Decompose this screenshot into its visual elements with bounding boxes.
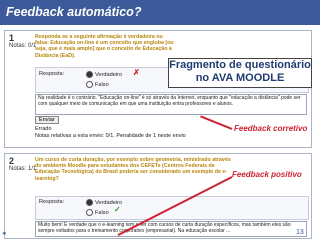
positive-feedback-label: Feedback positivo: [232, 170, 302, 179]
wrong-x-icon: ✗: [133, 68, 140, 77]
question-2-number: 2: [9, 156, 15, 166]
corrective-feedback-label: Feedback corretivo: [234, 124, 308, 133]
radio-button[interactable]: [86, 209, 93, 216]
question-1-option-false[interactable]: Falso: [86, 81, 109, 88]
question-2-block: 2 Notas: 1/1 Um curso de curta duração, …: [4, 153, 312, 239]
question-1-option-false-label: Falso: [95, 81, 109, 88]
question-2-feedback: Muito bem! É verdade que o e-learning te…: [35, 221, 307, 237]
radio-button[interactable]: [86, 199, 93, 206]
page-title: Feedback automático?: [6, 5, 142, 19]
question-1-feedback: Na realidade é o contrário. "Educação on…: [35, 94, 307, 115]
question-2-option-false-label: Falso: [95, 209, 109, 216]
question-1-status-grade: Notas relativas a esta envio: 0/1. Penal…: [35, 132, 186, 139]
question-2-text: Um curso de curta duração, por exemplo s…: [35, 157, 231, 182]
question-1-option-true[interactable]: Verdadeiro: [86, 71, 122, 78]
question-2-points: Notas: 1/1: [9, 166, 37, 172]
radio-button[interactable]: [86, 81, 93, 88]
title-bar: Feedback automático?: [0, 0, 320, 25]
question-1-option-true-label: Verdadeiro: [95, 71, 123, 78]
page-number: 13: [296, 229, 304, 236]
question-1-number: 1: [9, 33, 15, 43]
submit-button[interactable]: Enviar: [35, 116, 59, 124]
question-2-answer-label: Resposta:: [39, 199, 65, 205]
callout-box: Fragmento de questionário no AVA MOODLE: [168, 58, 312, 88]
callout-line-2: no AVA MOODLE: [195, 72, 285, 84]
question-1-points: Notas: 0/1: [9, 43, 37, 49]
callout-line-1: Fragmento de questionário: [169, 59, 311, 71]
prev-slide-icon[interactable]: ◂: [2, 229, 6, 237]
correct-check-icon: ✓: [114, 205, 121, 214]
radio-button[interactable]: [86, 71, 93, 78]
question-2-option-false[interactable]: Falso: [86, 209, 109, 216]
question-1-status: Errado Notas relativas a esta envio: 0/1…: [35, 126, 186, 139]
question-1-status-result: Errado: [35, 126, 52, 132]
question-1-number-block: 1 Notas: 0/1: [9, 33, 36, 49]
question-1-answer-label: Resposta:: [39, 71, 65, 77]
question-2-number-block: 2 Notas: 1/1: [9, 156, 36, 172]
question-1-text: Responda se a seguinte afirmação é verda…: [35, 34, 174, 59]
